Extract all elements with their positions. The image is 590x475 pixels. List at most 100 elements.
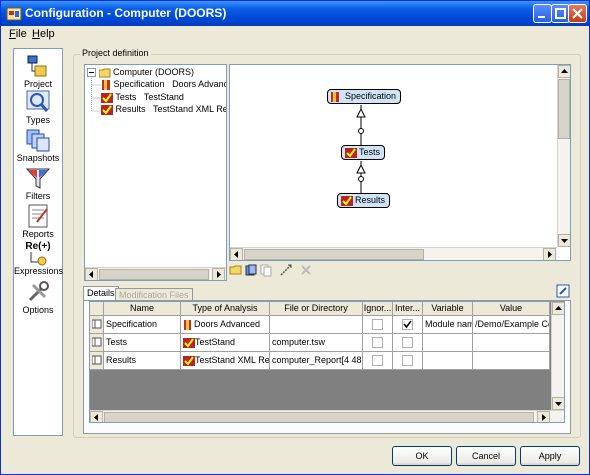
table-cell-variable[interactable] xyxy=(423,352,473,370)
column-header-file[interactable]: File or Directory xyxy=(270,302,363,316)
table-cell-name[interactable]: Results xyxy=(104,352,181,370)
tree-item-specification[interactable]: Specification Doors Advanc xyxy=(101,79,226,90)
row-header[interactable] xyxy=(90,334,104,352)
table-cell-value[interactable]: /Demo/Example Con xyxy=(473,316,550,334)
diagram-horizontal-scrollbar[interactable] xyxy=(230,247,557,260)
link-icon[interactable] xyxy=(279,263,293,277)
menu-file[interactable]: File xyxy=(9,28,27,40)
menu-file-accelerator: F xyxy=(9,28,16,40)
tree-horizontal-scrollbar[interactable] xyxy=(85,267,226,280)
nav-item-types[interactable]: Types xyxy=(14,89,62,125)
table-cell-file[interactable]: computer.tsw xyxy=(270,334,363,352)
scroll-thumb[interactable] xyxy=(558,79,570,139)
close-button[interactable] xyxy=(568,4,587,23)
nav-item-expressions[interactable]: Re(+) Expressions xyxy=(14,241,63,276)
table-cell-type-label: Doors Advanced xyxy=(194,319,261,329)
arrow-left-icon xyxy=(89,271,93,278)
column-header-variable[interactable]: Variable xyxy=(423,302,473,316)
column-header-name[interactable]: Name xyxy=(104,302,181,316)
table-cell-inter xyxy=(393,316,423,334)
reports-icon xyxy=(28,204,48,228)
tree-item-name: Tests xyxy=(115,92,137,102)
diagram-node-specification[interactable]: Specification xyxy=(327,89,402,104)
inter-checkbox[interactable] xyxy=(402,337,413,348)
open-folder-icon[interactable] xyxy=(229,263,243,277)
inter-checkbox[interactable] xyxy=(402,319,413,330)
scroll-right-button[interactable] xyxy=(537,411,550,422)
scroll-right-button[interactable] xyxy=(212,268,225,280)
column-header-type[interactable]: Type of Analysis xyxy=(181,302,270,316)
scroll-left-button[interactable] xyxy=(90,411,103,422)
tree-item-results[interactable]: Results TestStand XML Re xyxy=(101,104,226,115)
tree-root[interactable]: Computer (DOORS) xyxy=(87,67,194,78)
copy-icon[interactable] xyxy=(259,263,273,277)
teststand-xml-icon xyxy=(183,355,195,366)
delete-icon[interactable] xyxy=(299,263,313,277)
nav-item-snapshots[interactable]: Snapshots xyxy=(14,127,62,163)
cancel-button[interactable]: Cancel xyxy=(456,446,516,466)
scroll-thumb[interactable] xyxy=(104,412,534,422)
scroll-left-button[interactable] xyxy=(230,248,243,260)
teststand-icon xyxy=(345,148,357,158)
row-header[interactable] xyxy=(90,316,104,334)
table-cell-name[interactable]: Tests xyxy=(104,334,181,352)
title-bar[interactable]: Configuration - Computer (DOORS) xyxy=(1,1,589,26)
row-header[interactable] xyxy=(90,352,104,370)
diagram-node-results[interactable]: Results xyxy=(337,193,391,208)
ok-button[interactable]: OK xyxy=(392,446,452,466)
table-cell-file[interactable]: computer_Report[4 48 50 xyxy=(270,352,363,370)
expressions-badge: Re(+) xyxy=(25,241,51,252)
scroll-up-button[interactable] xyxy=(558,65,570,78)
scroll-thumb[interactable] xyxy=(244,249,424,260)
table-cell-type[interactable]: TestStand XML Repo xyxy=(181,352,270,370)
nav-item-project[interactable]: Project xyxy=(14,53,62,89)
table-cell-value[interactable] xyxy=(473,334,550,352)
ignore-checkbox[interactable] xyxy=(372,319,383,330)
ignore-checkbox[interactable] xyxy=(372,355,383,366)
menu-file-label: ile xyxy=(15,28,27,40)
close-icon xyxy=(572,8,583,19)
scroll-up-button[interactable] xyxy=(552,302,564,315)
inter-checkbox[interactable] xyxy=(402,355,413,366)
table-cell-file[interactable] xyxy=(270,316,363,334)
tab-details[interactable]: Details xyxy=(83,286,119,301)
diagram-node-tests[interactable]: Tests xyxy=(341,145,386,160)
scroll-thumb[interactable] xyxy=(99,269,209,280)
diagram-vertical-scrollbar[interactable] xyxy=(557,65,570,247)
column-header-value[interactable]: Value xyxy=(473,302,550,316)
menu-bar: File Help xyxy=(1,26,589,43)
nav-item-reports[interactable]: Reports xyxy=(14,203,62,239)
menu-help-label: elp xyxy=(39,28,55,40)
module-icon xyxy=(91,355,102,365)
menu-help-accelerator: H xyxy=(32,28,40,40)
properties-icon[interactable] xyxy=(556,284,570,298)
table-cell-name[interactable]: Specification xyxy=(104,316,181,334)
scroll-left-button[interactable] xyxy=(85,268,98,280)
nav-label-snapshots: Snapshots xyxy=(16,153,60,163)
menu-help[interactable]: Help xyxy=(32,28,55,40)
nav-item-options[interactable]: Options xyxy=(14,279,62,315)
nav-label-filters: Filters xyxy=(25,191,51,201)
table-cell-variable[interactable]: Module name xyxy=(423,316,473,334)
tree-item-tests[interactable]: Tests TestStand xyxy=(101,92,184,103)
arrow-right-icon xyxy=(542,414,546,421)
arrow-right-icon xyxy=(217,271,221,278)
ignore-checkbox[interactable] xyxy=(372,337,383,348)
minimize-button[interactable] xyxy=(533,4,552,23)
grid-horizontal-scrollbar[interactable] xyxy=(90,410,564,422)
scroll-right-button[interactable] xyxy=(543,248,556,260)
grid-vertical-scrollbar[interactable] xyxy=(551,302,564,410)
arrow-left-icon xyxy=(94,414,98,421)
column-header-ignore[interactable]: Ignor... xyxy=(363,302,393,316)
arrow-right-icon xyxy=(548,251,552,258)
scroll-down-button[interactable] xyxy=(552,397,564,410)
column-header-inter[interactable]: Inter... xyxy=(393,302,423,316)
table-cell-type[interactable]: Doors Advanced xyxy=(181,316,270,334)
apply-button[interactable]: Apply xyxy=(520,446,580,466)
table-cell-variable[interactable] xyxy=(423,334,473,352)
table-cell-value[interactable] xyxy=(473,352,550,370)
nav-item-filters[interactable]: Filters xyxy=(14,165,62,201)
scroll-down-button[interactable] xyxy=(558,234,570,247)
add-module-icon[interactable] xyxy=(244,263,258,277)
table-cell-type[interactable]: TestStand xyxy=(181,334,270,352)
